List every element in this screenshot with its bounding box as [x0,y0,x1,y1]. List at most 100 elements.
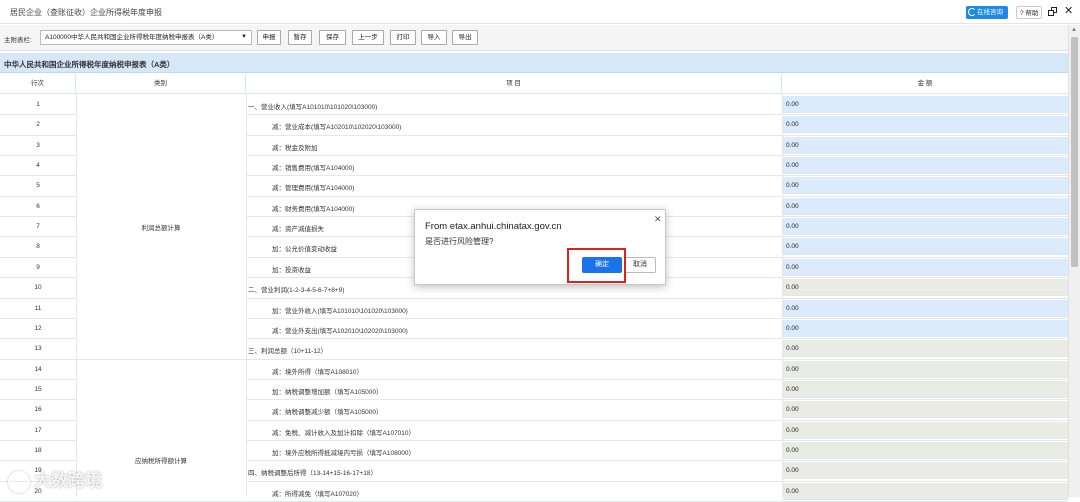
amount-field[interactable]: 0.00 [783,197,1068,215]
restore-window-icon[interactable] [1048,7,1057,16]
row-item-label: 减：资产减值损失 [272,226,324,234]
column-divider [76,94,77,497]
export-button[interactable]: 导出 [452,30,478,45]
save-button[interactable]: 保存 [319,30,346,45]
amount-field[interactable]: 0.00 [783,218,1068,236]
row-item-label: 一、营业收入(填写A101010\101020\103000) [248,104,378,111]
row-number: 3 [36,141,40,149]
row-item-label: 减：纳税调整减少额（填写A105000） [272,409,383,417]
amount-field[interactable]: 0.00 [783,177,1068,195]
amount-field: 0.00 [783,279,1068,297]
row-number: 4 [36,162,40,170]
row-item-label: 加：境外应税所得抵减境内亏损（填写A108000） [272,449,416,457]
header-item: 项 目 [246,74,782,94]
column-divider [782,94,783,497]
row-divider [0,317,76,319]
row-number: 18 [34,446,42,454]
amount-field[interactable]: 0.00 [783,299,1068,317]
row-item-label: 加：投资收益 [272,266,311,274]
row-divider [0,460,76,462]
row-item-label: 减：财务费用(填写A104000) [272,205,355,213]
amount-field[interactable]: 0.00 [783,136,1068,154]
amount-field[interactable]: 0.00 [783,96,1068,113]
help-button[interactable]: ? 帮助 [1016,6,1043,19]
amount-field: 0.00 [783,401,1068,419]
category-taxable-income: 应纳税所得额计算 [135,458,187,465]
row-number: 13 [34,345,42,353]
row-divider [246,155,1068,157]
dialog-source: From etax.anhui.chinatax.gov.cn [425,221,562,232]
row-item-label: 减：免税、减计收入及加计扣除（填写A107010） [272,429,416,437]
previous-step-button[interactable]: 上一步 [352,30,384,45]
row-divider [246,419,1068,421]
row-item-label: 减：税金及附加 [272,144,318,152]
row-item-label: 三、利润总额（10+11-12） [248,348,328,356]
row-number: 10 [34,284,42,292]
amount-field[interactable]: 0.00 [783,258,1068,276]
online-consult-button[interactable]: 在线咨询 [966,6,1008,19]
row-item-label: 减：营业外支出(填写A102010\102020\103000) [272,327,408,335]
print-button[interactable]: 打印 [390,30,416,45]
header-row-no: 行次 [0,74,76,94]
window-title: 居民企业（查账征收）企业所得税年度申报 [10,8,162,17]
amount-field[interactable]: 0.00 [783,157,1068,175]
close-window-icon[interactable]: ✕ [1064,4,1073,17]
amount-field[interactable]: 0.00 [783,238,1068,256]
amount-field[interactable]: 0.00 [783,116,1068,134]
header-category: 类别 [76,74,246,94]
row-item-label: 加：营业外收入(填写A101010\101020\103000) [272,307,408,315]
dialog-message: 是否进行风险管理? [425,237,494,246]
declare-button[interactable]: 申报 [257,30,281,45]
row-divider [246,399,1068,401]
row-divider [246,378,1068,380]
amount-field: 0.00 [783,380,1068,398]
row-item-label: 四、纳税调整后所得（13-14+15-16-17+18） [248,470,377,478]
row-divider [0,134,76,136]
vertical-scrollbar[interactable]: ▲ [1068,25,1080,497]
table-select[interactable]: A100000中华人民共和国企业所得税年度纳税申报表（A类） ▼ [40,30,252,45]
row-item-label: 减：境外所得（填写A108010） [272,368,364,376]
row-divider [0,358,76,360]
watermark-text: 大数跨境 [34,471,102,490]
row-number: 2 [36,121,40,129]
category-profit-total: 利润总额计算 [141,225,181,232]
scrollbar-thumb[interactable] [1071,37,1078,267]
row-divider [246,175,1068,177]
temp-save-button[interactable]: 暂存 [288,30,312,45]
table-select-label: 主附表栏: [4,37,32,44]
amount-field: 0.00 [783,360,1068,378]
row-item-label: 减：所得减免（填写A107020） [272,490,364,498]
row-divider [246,297,1068,299]
watermark: 大数跨境 [8,466,102,493]
cancel-button[interactable]: 取消 [624,257,656,273]
row-divider [0,439,76,441]
row-divider [0,378,76,380]
row-divider [0,216,76,218]
row-number: 12 [34,324,42,332]
row-divider [0,277,76,279]
row-divider [0,399,76,401]
row-number: 6 [36,202,40,210]
row-item-label: 加：公允价值变动收益 [272,246,337,254]
row-divider [0,155,76,157]
row-number: 9 [36,263,40,271]
amount-field: 0.00 [783,482,1068,500]
close-icon[interactable]: ✕ [654,214,662,225]
row-item-label: 减：销售费用(填写A104000) [272,165,355,173]
import-button[interactable]: 导入 [421,30,447,45]
title-bar: 居民企业（查账征收）企业所得税年度申报 在线咨询 ? 帮助 ✕ [0,0,1080,24]
row-divider [246,480,1068,482]
row-divider [0,358,1068,360]
row-divider [246,439,1068,441]
scroll-up-icon[interactable]: ▲ [1071,27,1077,33]
row-divider [0,297,76,299]
row-divider [0,236,76,238]
row-number: 17 [34,426,42,434]
row-divider [246,317,1068,319]
amount-field[interactable]: 0.00 [783,319,1068,337]
row-number: 1 [36,101,40,108]
row-item-label: 减：营业成本(填写A102010\102020\103000) [272,124,402,132]
row-number: 5 [36,182,40,190]
row-item-label: 减：管理费用(填写A104000) [272,185,355,193]
row-number: 11 [34,304,42,312]
